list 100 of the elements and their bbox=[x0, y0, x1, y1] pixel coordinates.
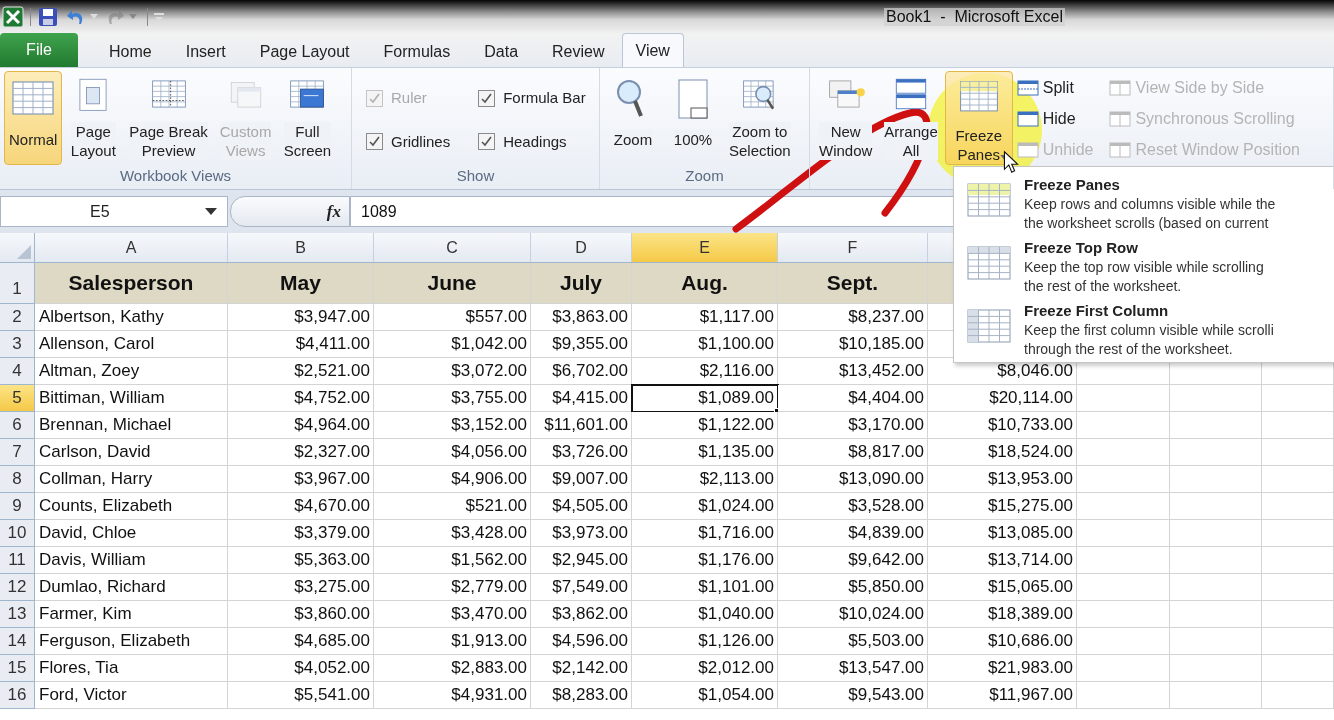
ribbon-button[interactable]: Arrange All bbox=[879, 71, 943, 165]
table-cell: $4,964.00 bbox=[228, 412, 374, 439]
column-header[interactable]: A bbox=[35, 233, 228, 262]
reset-window-icon bbox=[1109, 140, 1132, 159]
table-cell: $13,090.00 bbox=[778, 466, 928, 493]
table-cell: Ferguson, Elizabeth bbox=[35, 628, 228, 655]
app-icon[interactable] bbox=[2, 5, 24, 28]
ribbon-button[interactable]: Normal bbox=[4, 71, 63, 165]
table-cell: $3,860.00 bbox=[228, 601, 374, 628]
ribbon-button[interactable]: Freeze Panes bbox=[944, 71, 1013, 165]
table-cell bbox=[1262, 520, 1334, 547]
menu-item-title: Freeze First Column bbox=[1024, 301, 1170, 321]
ribbon-button[interactable]: Split bbox=[1016, 76, 1094, 99]
table-cell: $21,983.00 bbox=[928, 655, 1077, 682]
function-button[interactable]: fx bbox=[326, 198, 341, 225]
row-header[interactable]: 5 bbox=[0, 385, 35, 412]
heading-cell: July bbox=[531, 263, 632, 304]
table-cell bbox=[1262, 412, 1334, 439]
row-header[interactable]: 6 bbox=[0, 412, 35, 439]
table-cell: $1,716.00 bbox=[632, 520, 778, 547]
sync-scroll-icon bbox=[1109, 109, 1132, 128]
row-header[interactable]: 4 bbox=[0, 358, 35, 385]
table-cell: $11,601.00 bbox=[531, 412, 632, 439]
checkbox[interactable] bbox=[478, 89, 496, 107]
table-cell: $1,101.00 bbox=[632, 574, 778, 601]
table-cell: $1,024.00 bbox=[632, 493, 778, 520]
checkbox[interactable] bbox=[366, 133, 383, 151]
unhide-icon bbox=[1016, 140, 1039, 159]
table-cell: $4,931.00 bbox=[374, 682, 531, 709]
ribbon-button[interactable]: Full Screen bbox=[278, 71, 337, 165]
caret-icon[interactable] bbox=[205, 207, 217, 216]
row-header[interactable]: 9 bbox=[0, 493, 35, 520]
table-cell: $10,686.00 bbox=[928, 628, 1077, 655]
checkbox-option[interactable]: Gridlines bbox=[366, 130, 451, 153]
ribbon-button[interactable]: Zoom bbox=[604, 71, 662, 165]
ribbon-tab[interactable]: Formulas bbox=[366, 37, 468, 67]
table-cell: $4,752.00 bbox=[228, 385, 374, 412]
table-cell: $4,839.00 bbox=[778, 520, 928, 547]
ribbon-tab[interactable]: Page Layout bbox=[242, 37, 367, 67]
ribbon-tab[interactable]: Insert bbox=[168, 37, 243, 67]
table-cell: Collman, Harry bbox=[35, 466, 228, 493]
save-icon[interactable] bbox=[37, 5, 59, 28]
ribbon-button[interactable]: Page Layout bbox=[64, 71, 123, 165]
freeze-icon bbox=[967, 309, 1011, 345]
check-icon bbox=[368, 91, 381, 105]
ribbon-tab[interactable]: View bbox=[621, 33, 684, 67]
row-header[interactable]: 12 bbox=[0, 574, 35, 601]
ribbon-tab[interactable]: Data bbox=[467, 37, 536, 67]
table-cell: $2,779.00 bbox=[374, 574, 531, 601]
ribbon-tab[interactable]: File bbox=[0, 33, 78, 67]
column-header[interactable]: F bbox=[778, 233, 928, 262]
table-cell: $4,906.00 bbox=[374, 466, 531, 493]
table-cell: $1,176.00 bbox=[632, 547, 778, 574]
ribbon-button[interactable]: 100% bbox=[664, 71, 722, 165]
table-cell: $3,973.00 bbox=[531, 520, 632, 547]
table-cell: $13,085.00 bbox=[928, 520, 1077, 547]
checkbox[interactable] bbox=[478, 133, 496, 151]
row-header[interactable]: 13 bbox=[0, 601, 35, 628]
table-cell: $9,543.00 bbox=[778, 682, 928, 709]
row-header[interactable]: 2 bbox=[0, 304, 35, 331]
table-cell: Farmer, Kim bbox=[35, 601, 228, 628]
group-label: Workbook Views bbox=[118, 166, 233, 186]
ribbon-tab[interactable]: Review bbox=[535, 37, 622, 67]
table-cell: $3,072.00 bbox=[374, 358, 531, 385]
table-cell bbox=[1262, 466, 1334, 493]
checkbox-option[interactable]: Formula Bar bbox=[478, 87, 586, 110]
row-header[interactable]: 1 bbox=[0, 263, 35, 304]
table-cell: $13,452.00 bbox=[778, 358, 928, 385]
table-cell: $5,503.00 bbox=[778, 628, 928, 655]
row-header[interactable]: 14 bbox=[0, 628, 35, 655]
table-cell: $3,528.00 bbox=[778, 493, 928, 520]
row-header[interactable]: 11 bbox=[0, 547, 35, 574]
menu-item[interactable]: Freeze Top Row Keep the top row visible while scrolling the rest of the worksheet. bbox=[954, 236, 1334, 299]
ribbon-button[interactable]: New Window bbox=[814, 71, 878, 165]
row-header[interactable]: 3 bbox=[0, 331, 35, 358]
column-header[interactable]: C bbox=[374, 233, 531, 262]
row-header[interactable]: 7 bbox=[0, 439, 35, 466]
ribbon-tab[interactable]: Home bbox=[92, 37, 169, 67]
customize-icon[interactable] bbox=[154, 10, 164, 23]
row-header[interactable]: 15 bbox=[0, 655, 35, 682]
table-cell: $1,135.00 bbox=[632, 439, 778, 466]
checkbox-option[interactable]: Headings bbox=[478, 130, 586, 153]
table-cell: $15,275.00 bbox=[928, 493, 1077, 520]
ribbon-button[interactable]: Hide bbox=[1016, 107, 1094, 130]
table-cell: $18,524.00 bbox=[928, 439, 1077, 466]
ribbon-button[interactable]: Zoom to Selection bbox=[724, 71, 796, 165]
heading-cell: Sept. bbox=[778, 263, 928, 304]
column-header[interactable]: E bbox=[632, 233, 778, 262]
row-header[interactable]: 10 bbox=[0, 520, 35, 547]
table-cell: $9,007.00 bbox=[531, 466, 632, 493]
ribbon-button[interactable]: Page Break Preview bbox=[124, 71, 213, 165]
table-cell: $3,862.00 bbox=[531, 601, 632, 628]
table-cell: $3,152.00 bbox=[374, 412, 531, 439]
table-cell: $13,953.00 bbox=[928, 466, 1077, 493]
column-header[interactable]: B bbox=[228, 233, 374, 262]
menu-item-description: Keep the first column visible while scrolli through the rest of the worksheet. bbox=[1024, 321, 1274, 359]
row-header[interactable]: 16 bbox=[0, 682, 35, 709]
table-cell: Davis, William bbox=[35, 547, 228, 574]
table-cell bbox=[1262, 601, 1334, 628]
row-header[interactable]: 8 bbox=[0, 466, 35, 493]
